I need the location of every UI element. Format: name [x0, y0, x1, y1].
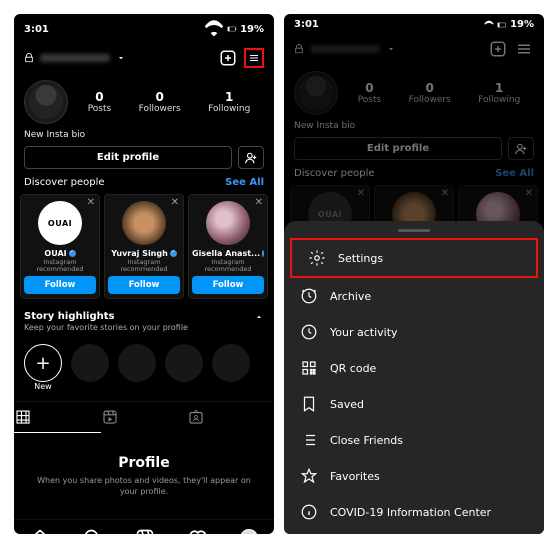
- bottom-nav: [14, 519, 274, 534]
- search-icon[interactable]: [83, 528, 103, 534]
- story-highlights-header[interactable]: Story highlights: [24, 311, 264, 322]
- wifi-icon: [484, 20, 494, 30]
- discover-title: Discover people: [24, 177, 105, 188]
- discover-header: Discover people See All: [14, 177, 274, 194]
- bio-text: New Insta bio: [14, 128, 274, 146]
- story-subtitle: Keep your favorite stories on your profi…: [24, 323, 264, 332]
- lock-icon: [294, 44, 304, 54]
- suggestion-card[interactable]: ✕ OUAI OUAI Instagram recommended Follow: [20, 194, 100, 299]
- activity-icon: [300, 323, 318, 341]
- info-icon: [300, 503, 318, 521]
- qr-icon: [300, 359, 318, 377]
- wifi-icon: [204, 19, 224, 39]
- empty-title: Profile: [34, 455, 254, 471]
- tagged-tab[interactable]: [187, 402, 274, 433]
- chevron-down-icon[interactable]: [116, 53, 126, 63]
- see-all-link[interactable]: See All: [495, 168, 534, 179]
- archive-icon: [300, 287, 318, 305]
- empty-profile: Profile When you share photos and videos…: [14, 433, 274, 519]
- username-blurred[interactable]: [310, 45, 380, 53]
- edit-profile-button[interactable]: Edit profile: [294, 137, 502, 160]
- chevron-up-icon: [254, 312, 264, 322]
- menu-button[interactable]: [514, 39, 534, 59]
- menu-qr[interactable]: QR code: [284, 350, 544, 386]
- profile-header: [14, 44, 274, 76]
- see-all-link[interactable]: See All: [225, 177, 264, 188]
- screenshot-right: 3:01 19% 0Posts 0Followers 1Following Ne…: [284, 14, 544, 534]
- reels-tab[interactable]: [101, 402, 188, 433]
- menu-covid[interactable]: COVID-19 Information Center: [284, 494, 544, 530]
- bookmark-icon: [300, 395, 318, 413]
- list-icon: [300, 431, 318, 449]
- profile-avatar[interactable]: [294, 71, 338, 115]
- lock-icon: [24, 53, 34, 63]
- profile-avatar[interactable]: [24, 80, 68, 124]
- chevron-down-icon[interactable]: [386, 44, 396, 54]
- follow-button[interactable]: Follow: [192, 276, 264, 294]
- discover-people-button[interactable]: [238, 146, 264, 169]
- sheet-handle[interactable]: [398, 229, 430, 232]
- verified-icon: [69, 250, 76, 257]
- verified-icon: [262, 250, 264, 257]
- story-placeholder: [71, 344, 109, 382]
- hamburger-icon: [248, 49, 260, 67]
- followers-stat[interactable]: 0Followers: [139, 90, 181, 114]
- grid-icon: [14, 408, 32, 426]
- story-placeholder: [118, 344, 156, 382]
- empty-text: When you share photos and videos, they'l…: [34, 476, 254, 497]
- suggestion-card[interactable]: ✕ Yuvraj Singh Instagram recommended Fol…: [104, 194, 184, 299]
- close-icon[interactable]: ✕: [87, 197, 95, 208]
- story-placeholder: [165, 344, 203, 382]
- reels-icon: [101, 408, 119, 426]
- tagged-icon: [187, 408, 205, 426]
- star-icon: [300, 467, 318, 485]
- status-bar: 3:01 19%: [14, 14, 274, 44]
- add-story-highlight[interactable]: +: [24, 344, 62, 382]
- discover-carousel[interactable]: ✕ OUAI OUAI Instagram recommended Follow…: [14, 194, 274, 299]
- menu-close-friends[interactable]: Close Friends: [284, 422, 544, 458]
- menu-activity[interactable]: Your activity: [284, 314, 544, 350]
- menu-button-highlighted[interactable]: [244, 48, 264, 68]
- new-post-button[interactable]: [218, 48, 238, 68]
- plus-square-icon: [219, 49, 237, 67]
- verified-icon: [170, 250, 177, 257]
- discover-people-button[interactable]: [508, 137, 534, 160]
- profile-stats-row: 0Posts 0Followers 1Following: [14, 76, 274, 128]
- grid-tab[interactable]: [14, 402, 101, 433]
- username-blurred[interactable]: [40, 54, 110, 62]
- home-icon[interactable]: [30, 528, 50, 534]
- reels-nav-icon[interactable]: [135, 528, 155, 534]
- posts-stat[interactable]: 0Posts: [88, 90, 112, 114]
- close-icon[interactable]: ✕: [255, 197, 263, 208]
- battery-icon: [227, 24, 237, 34]
- card-avatar: [206, 201, 250, 245]
- gear-icon: [308, 249, 326, 267]
- profile-nav-avatar[interactable]: [240, 529, 258, 534]
- status-time: 3:01: [24, 24, 49, 35]
- following-stat[interactable]: 1Following: [208, 90, 250, 114]
- card-avatar: [122, 201, 166, 245]
- follow-button[interactable]: Follow: [24, 276, 96, 294]
- suggestion-card[interactable]: ✕ Gisella Anast... Instagram recommended…: [188, 194, 268, 299]
- menu-saved[interactable]: Saved: [284, 386, 544, 422]
- new-post-button[interactable]: [488, 39, 508, 59]
- screenshot-left: 3:01 19% 0Posts 0Followers 1Following Ne…: [14, 14, 274, 534]
- follow-button[interactable]: Follow: [108, 276, 180, 294]
- add-person-icon: [244, 151, 258, 165]
- edit-profile-button[interactable]: Edit profile: [24, 146, 232, 169]
- menu-settings-highlighted[interactable]: Settings: [292, 240, 536, 276]
- status-battery: 19%: [240, 24, 264, 35]
- menu-sheet: Settings Archive Your activity QR code S…: [284, 221, 544, 534]
- menu-archive[interactable]: Archive: [284, 278, 544, 314]
- profile-tabs: [14, 401, 274, 433]
- card-avatar: OUAI: [38, 201, 82, 245]
- close-icon[interactable]: ✕: [171, 197, 179, 208]
- menu-favorites[interactable]: Favorites: [284, 458, 544, 494]
- status-bar: 3:01 19%: [284, 14, 544, 35]
- battery-icon: [497, 20, 507, 30]
- story-placeholder: [212, 344, 250, 382]
- heart-icon[interactable]: [187, 528, 207, 534]
